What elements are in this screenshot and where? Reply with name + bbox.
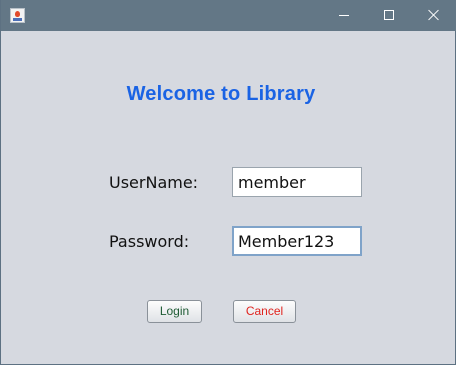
java-cup-icon [10, 8, 25, 23]
login-button[interactable]: Login [147, 300, 202, 323]
username-input[interactable] [232, 167, 362, 197]
welcome-heading: Welcome to Library [126, 83, 316, 105]
close-icon [428, 9, 440, 21]
minimize-button[interactable] [321, 0, 367, 31]
maximize-button[interactable] [367, 0, 413, 31]
cancel-button[interactable]: Cancel [233, 300, 296, 323]
password-label: Password: [109, 232, 190, 251]
password-input[interactable] [232, 226, 362, 256]
minimize-icon [339, 15, 349, 16]
username-label: UserName: [109, 173, 199, 192]
login-window: Welcome to Library UserName: Password: L… [0, 0, 456, 365]
title-bar[interactable] [1, 0, 456, 31]
close-button[interactable] [411, 0, 456, 31]
maximize-icon [384, 10, 394, 20]
